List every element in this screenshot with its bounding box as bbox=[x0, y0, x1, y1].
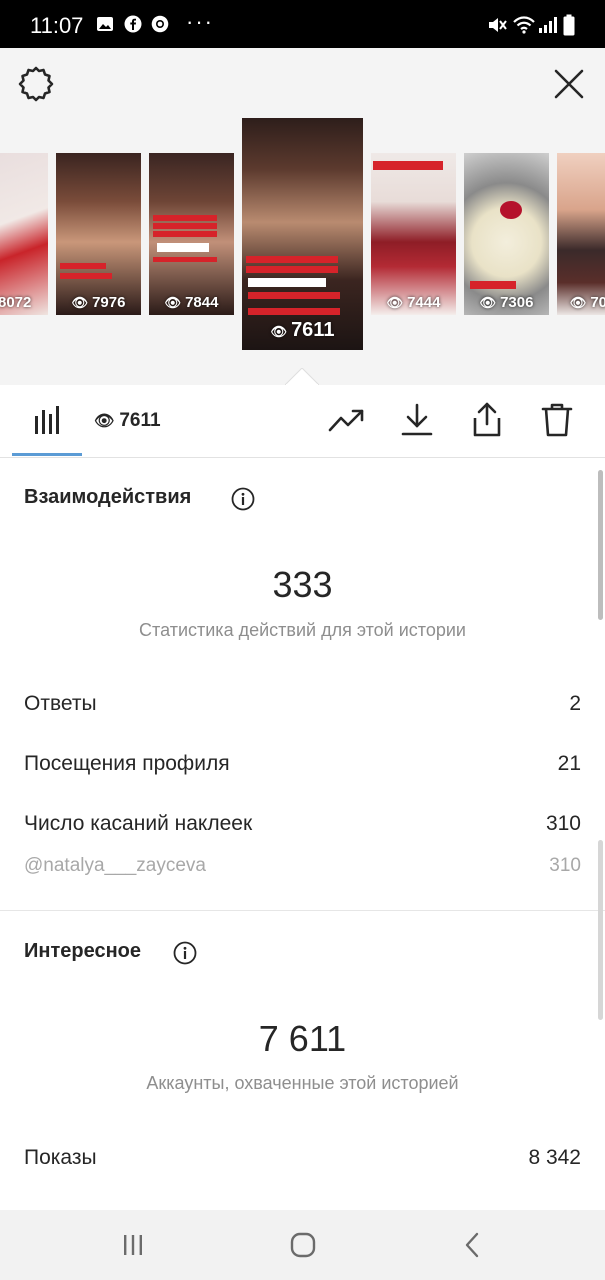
story-thumbnail[interactable]: 8072 bbox=[0, 153, 48, 315]
more-notifications-indicator: ··· bbox=[186, 9, 214, 34]
system-navigation-bar bbox=[0, 1210, 605, 1280]
back-icon[interactable] bbox=[458, 1230, 488, 1260]
story-thumbnail[interactable]: 👁 7976 bbox=[56, 153, 141, 315]
wifi-icon bbox=[513, 16, 535, 34]
promote-trend-icon[interactable] bbox=[327, 400, 367, 440]
impressions-value: 8 342 bbox=[528, 1146, 581, 1169]
sticker-taps-label: Число касаний наклеек bbox=[24, 812, 253, 835]
mention-sticker-value: 310 bbox=[549, 855, 581, 876]
interactions-caption: Статистика действий для этой истории bbox=[139, 620, 466, 640]
info-icon[interactable] bbox=[231, 487, 255, 511]
gallery-icon bbox=[97, 17, 113, 31]
sticker-taps-value: 310 bbox=[545, 812, 581, 835]
mute-icon bbox=[489, 18, 507, 32]
recent-apps-icon[interactable] bbox=[118, 1230, 148, 1260]
story-actions-bar: 👁 7611 bbox=[0, 386, 605, 458]
scrollbar[interactable] bbox=[598, 470, 603, 620]
story-thumbnail[interactable]: 👁 70 bbox=[557, 153, 605, 315]
status-time: 11:07 bbox=[30, 13, 84, 38]
delete-icon[interactable] bbox=[537, 400, 577, 440]
insights-tab-icon[interactable] bbox=[12, 386, 82, 456]
status-bar: 11:07 ··· bbox=[0, 0, 605, 48]
viewers-count: 7611 bbox=[119, 410, 161, 431]
impressions-label: Показы bbox=[24, 1146, 97, 1169]
settings-icon[interactable] bbox=[16, 64, 56, 104]
replies-value: 2 bbox=[569, 692, 581, 715]
eye-icon: 👁 bbox=[94, 413, 115, 430]
battery-icon bbox=[563, 14, 575, 36]
story-thumbnail[interactable]: 👁 7844 bbox=[149, 153, 234, 315]
scrollbar-track bbox=[598, 840, 603, 1020]
share-icon[interactable] bbox=[467, 400, 507, 440]
facebook-icon bbox=[124, 15, 142, 33]
profile-visits-label: Посещения профиля bbox=[24, 752, 230, 775]
section-divider bbox=[0, 910, 605, 911]
story-thumbnail[interactable]: 👁 7444 bbox=[371, 153, 456, 315]
mention-sticker-label: @natalya___zayceva bbox=[24, 855, 206, 876]
story-thumbnail-selected[interactable]: 👁 7611 bbox=[242, 118, 363, 350]
story-carousel-area: 8072 👁 7976 👁 7844 👁 7611 👁 7444 👁 7306 … bbox=[0, 48, 605, 385]
download-icon[interactable] bbox=[397, 400, 437, 440]
chrome-icon bbox=[151, 15, 169, 33]
home-icon[interactable] bbox=[288, 1230, 318, 1260]
story-thumbnail[interactable]: 👁 7306 bbox=[464, 153, 549, 315]
info-icon[interactable] bbox=[173, 941, 197, 965]
signal-icon bbox=[539, 17, 557, 33]
replies-label: Ответы bbox=[24, 692, 97, 715]
interactions-heading: Взаимодействия bbox=[24, 486, 192, 508]
active-tab-indicator bbox=[12, 453, 82, 456]
selected-story-pointer bbox=[285, 368, 319, 385]
reach-caption: Аккаунты, охваченные этой историей bbox=[146, 1073, 459, 1093]
reach-total: 7 611 bbox=[258, 1018, 347, 1059]
discovery-heading: Интересное bbox=[24, 940, 141, 962]
story-thumbnails: 8072 👁 7976 👁 7844 👁 7611 👁 7444 👁 7306 … bbox=[0, 118, 605, 358]
viewers-tab[interactable]: 👁 7611 bbox=[94, 410, 161, 432]
interactions-total: 333 bbox=[272, 564, 333, 605]
profile-visits-value: 21 bbox=[557, 752, 581, 775]
close-icon[interactable] bbox=[551, 66, 587, 102]
